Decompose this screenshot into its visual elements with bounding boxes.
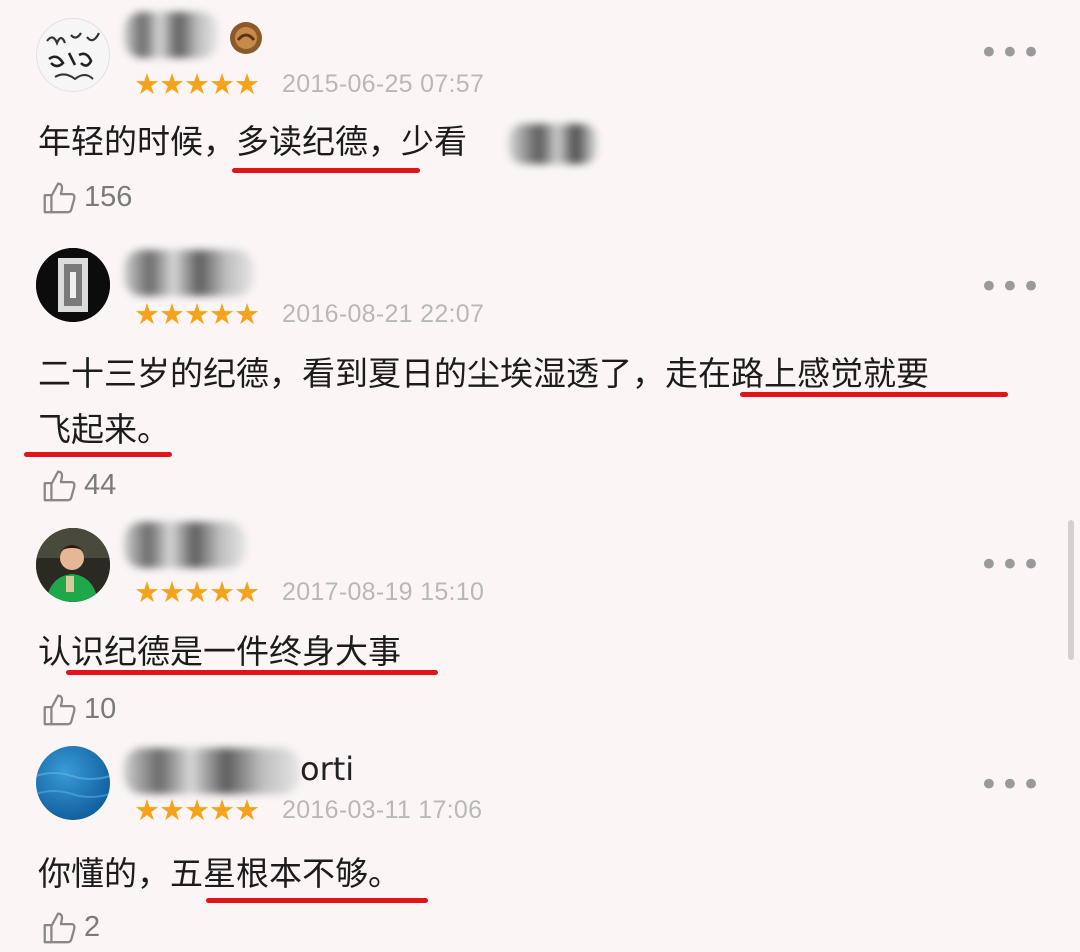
- avatar[interactable]: [36, 746, 110, 820]
- like-count: 2: [84, 910, 101, 943]
- review-text-highlight: 五星根本不够。: [170, 854, 401, 893]
- like-count: 156: [84, 180, 133, 213]
- more-dots-icon[interactable]: •••: [979, 270, 1042, 304]
- review-text-plain: ，少看: [368, 122, 467, 161]
- thumbs-up-icon: [43, 694, 76, 726]
- rating-stars: ★★★★★: [134, 575, 260, 609]
- username-redacted: [124, 250, 254, 296]
- review-date: 2017-08-19 15:10: [282, 578, 485, 606]
- username-visible-part: orti: [300, 750, 355, 788]
- like-count: 10: [84, 692, 117, 725]
- avatar[interactable]: [36, 528, 110, 602]
- username-redacted: [124, 748, 300, 794]
- review-text-highlight: 认识纪德是一件终身大事: [38, 632, 401, 671]
- thumbs-up-icon: [43, 182, 76, 214]
- scrollbar[interactable]: [1068, 520, 1074, 660]
- rating-stars: ★★★★★: [134, 793, 260, 827]
- medal-badge-icon: [228, 20, 264, 56]
- rating-stars: ★★★★★: [134, 67, 260, 101]
- username-redacted: [124, 522, 246, 568]
- review-text-plain: 二十三岁的纪德，看到夏日的尘埃湿透了，: [38, 354, 665, 393]
- review-text: 二十三岁的纪德，看到夏日的尘埃湿透了，走在路上感觉就要 飞起来。: [38, 346, 1038, 458]
- review-text: 你懂的，五星根本不够。: [38, 846, 1038, 902]
- thumbs-up-icon: [43, 470, 76, 502]
- review-text-plain: 年轻的时候，: [38, 122, 236, 161]
- like-button[interactable]: 2: [40, 908, 100, 946]
- review-text-highlight: 多读纪德: [236, 122, 368, 161]
- review-item: ★★★★★ 2015-06-25 07:57 ••• 年轻的时候，多读纪德，少看…: [0, 0, 1080, 230]
- review-date: 2016-08-21 22:07: [282, 300, 485, 328]
- avatar[interactable]: [36, 18, 110, 92]
- highlight-underline: [232, 168, 420, 173]
- more-dots-icon[interactable]: •••: [979, 768, 1042, 802]
- more-dots-icon[interactable]: •••: [979, 36, 1042, 70]
- review-date: 2015-06-25 07:57: [282, 70, 485, 98]
- avatar-photo-image: [36, 248, 110, 322]
- like-button[interactable]: 156: [40, 178, 132, 216]
- more-dots-icon[interactable]: •••: [979, 548, 1042, 582]
- highlight-underline: [206, 898, 428, 903]
- like-button[interactable]: 10: [40, 690, 116, 728]
- avatar[interactable]: [36, 248, 110, 322]
- rating-stars: ★★★★★: [134, 297, 260, 331]
- review-date: 2016-03-11 17:06: [282, 796, 483, 824]
- like-count: 44: [84, 468, 117, 501]
- username-redacted: [124, 12, 218, 58]
- review-text-plain: 你懂的，: [38, 854, 170, 893]
- highlight-underline: [740, 392, 1008, 397]
- text-redacted: [508, 124, 598, 164]
- highlight-underline: [66, 670, 438, 675]
- avatar-water-image: [36, 746, 110, 820]
- review-text-highlight: 走在路上感觉就要: [665, 354, 929, 393]
- like-button[interactable]: 44: [40, 466, 116, 504]
- highlight-underline: [24, 452, 172, 457]
- review-text-highlight: 飞起来。: [38, 410, 170, 449]
- avatar-calligraphy-image: [37, 19, 109, 91]
- thumbs-up-icon: [43, 912, 76, 944]
- avatar-photo-image: [36, 528, 110, 602]
